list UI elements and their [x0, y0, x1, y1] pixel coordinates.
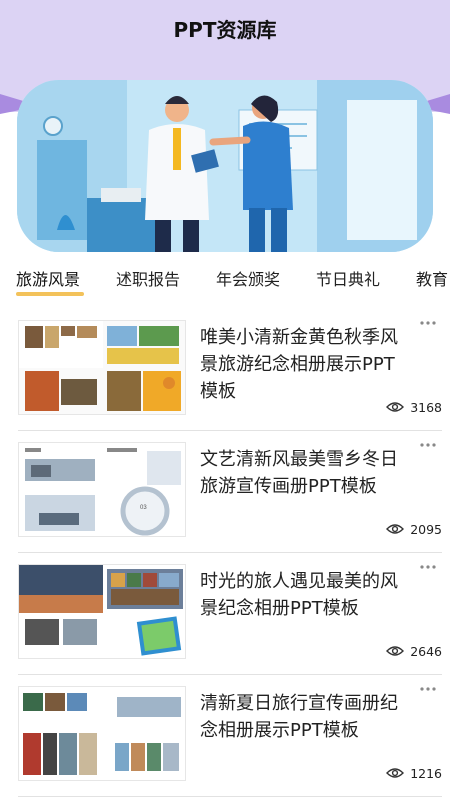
divider	[18, 430, 442, 431]
tab-travel-scenery[interactable]: 旅游风景	[16, 266, 80, 290]
more-dots-icon[interactable]	[418, 440, 438, 454]
view-count-value: 2646	[410, 643, 442, 659]
view-count: 1216	[386, 764, 442, 782]
doctor-and-nurse-illustration	[17, 80, 433, 252]
tab-annual-awards[interactable]: 年会颁奖	[216, 266, 280, 290]
template-title: 文艺清新风最美雪乡冬日旅游宣传画册PPT模板	[200, 449, 398, 497]
svg-text:03: 03	[140, 505, 147, 511]
view-count: 3168	[386, 398, 442, 416]
divider	[18, 796, 442, 797]
list-item[interactable]: 时光的旅人遇见最美的风景纪念相册PPT模板 2646	[18, 554, 442, 676]
view-count: 2646	[386, 642, 442, 660]
tab-education[interactable]: 教育	[416, 266, 448, 290]
eye-icon	[386, 524, 405, 534]
active-tab-indicator	[16, 292, 84, 296]
divider	[18, 552, 442, 553]
summer-collage-thumbnail	[18, 686, 186, 781]
list-item[interactable]: 03 文艺清新风最美雪乡冬日旅游宣传画册PPT模板 2095	[18, 432, 442, 554]
view-count-value: 1216	[410, 765, 442, 781]
tab-work-report[interactable]: 述职报告	[116, 266, 180, 290]
winter-collage-thumbnail: 03	[18, 442, 186, 537]
eye-icon	[386, 646, 405, 656]
eye-icon	[386, 402, 405, 412]
list-item[interactable]: 清新夏日旅行宣传画册纪念相册展示PPT模板 1216	[18, 676, 442, 798]
more-dots-icon[interactable]	[418, 684, 438, 698]
more-dots-icon[interactable]	[418, 318, 438, 332]
divider	[18, 674, 442, 675]
more-dots-icon[interactable]	[418, 562, 438, 576]
template-title: 唯美小清新金黄色秋季风景旅游纪念相册展示PPT模板	[200, 327, 398, 402]
eye-icon	[386, 768, 405, 778]
list-item[interactable]: 唯美小清新金黄色秋季风景旅游纪念相册展示PPT模板 3168	[18, 310, 442, 432]
view-count-value: 3168	[410, 399, 442, 415]
view-count-value: 2095	[410, 521, 442, 537]
banner-carousel[interactable]	[17, 80, 433, 252]
template-title: 时光的旅人遇见最美的风景纪念相册PPT模板	[200, 571, 398, 619]
template-title: 清新夏日旅行宣传画册纪念相册展示PPT模板	[200, 693, 398, 741]
view-count: 2095	[386, 520, 442, 538]
autumn-collage-thumbnail	[18, 320, 186, 415]
tab-holiday-ceremony[interactable]: 节日典礼	[316, 266, 380, 290]
travel-collage-thumbnail	[18, 564, 186, 659]
app-title: PPT资源库	[173, 18, 277, 42]
